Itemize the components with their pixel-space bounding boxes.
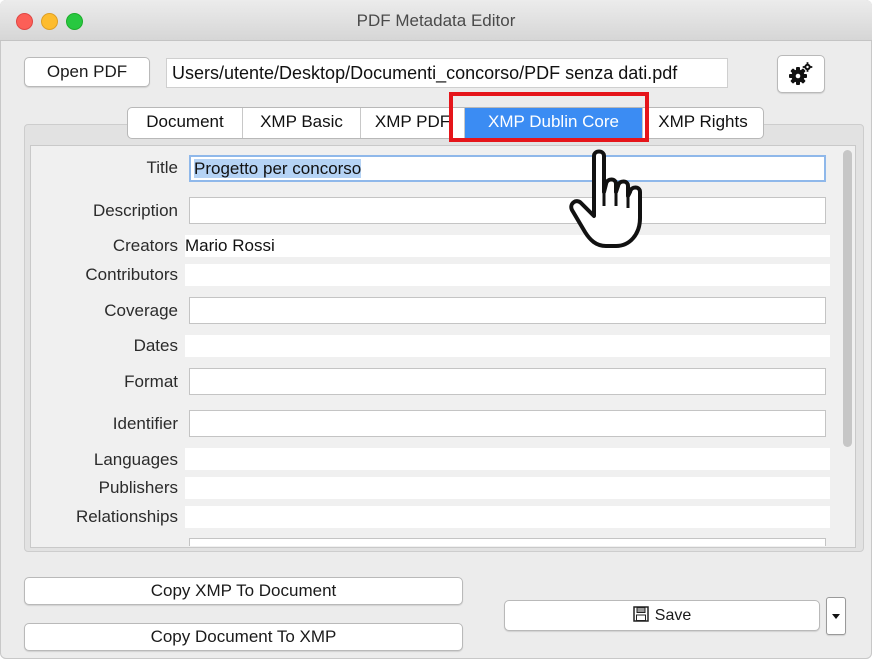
- description-label: Description: [92, 201, 178, 220]
- relationships-field[interactable]: [185, 506, 830, 528]
- file-path-field[interactable]: Users/utente/Desktop/Documenti_concorso/…: [166, 58, 728, 88]
- app-window: PDF Metadata Editor Open PDF Users/utent…: [0, 0, 872, 659]
- coverage-label: Coverage: [104, 301, 178, 320]
- dates-field[interactable]: [185, 335, 830, 357]
- coverage-field[interactable]: [189, 297, 826, 324]
- save-label: Save: [654, 607, 692, 624]
- creators-label: Creators: [112, 236, 178, 255]
- tab-document[interactable]: Document: [128, 108, 243, 138]
- format-field[interactable]: [189, 368, 826, 395]
- identifier-field[interactable]: [189, 410, 826, 437]
- window-title: PDF Metadata Editor: [356, 11, 516, 30]
- format-label: Format: [124, 372, 178, 391]
- highlight-box: [449, 92, 649, 142]
- floppy-disk-icon: [633, 606, 649, 622]
- vertical-scrollbar-thumb[interactable]: [843, 150, 852, 447]
- description-field[interactable]: [189, 197, 826, 224]
- open-pdf-button[interactable]: Open PDF: [24, 57, 150, 87]
- tab-xmp-basic[interactable]: XMP Basic: [243, 108, 361, 138]
- creators-field[interactable]: Mario Rossi: [185, 235, 830, 257]
- dates-label: Dates: [133, 336, 178, 355]
- pointing-hand-icon: [569, 149, 642, 248]
- title-label: Title: [146, 158, 179, 177]
- identifier-label: Identifier: [112, 414, 178, 433]
- save-options-dropdown[interactable]: [826, 597, 846, 635]
- clipped-row-field: [189, 538, 826, 546]
- languages-field[interactable]: [185, 448, 830, 470]
- gear-icon: [789, 62, 813, 85]
- languages-label: Languages: [93, 450, 178, 469]
- title-field[interactable]: Progetto per concorso: [189, 155, 826, 182]
- tab-xmp-rights[interactable]: XMP Rights: [643, 108, 763, 138]
- settings-button[interactable]: [777, 55, 825, 93]
- chevron-down-icon: [832, 614, 840, 619]
- publishers-label: Publishers: [98, 478, 178, 497]
- relationships-label: Relationships: [75, 507, 178, 526]
- publishers-field[interactable]: [185, 477, 830, 499]
- contributors-label: Contributors: [85, 265, 178, 284]
- title-value: Progetto per concorso: [194, 159, 362, 178]
- contributors-field[interactable]: [185, 264, 830, 286]
- copy-document-to-xmp-button[interactable]: Copy Document To XMP: [24, 623, 463, 651]
- title-bar: PDF Metadata Editor: [0, 0, 872, 41]
- save-button[interactable]: Save: [504, 600, 820, 631]
- copy-xmp-to-document-button[interactable]: Copy XMP To Document: [24, 577, 463, 605]
- tab-bar: Document XMP Basic XMP PDF XMP Dublin Co…: [127, 107, 764, 139]
